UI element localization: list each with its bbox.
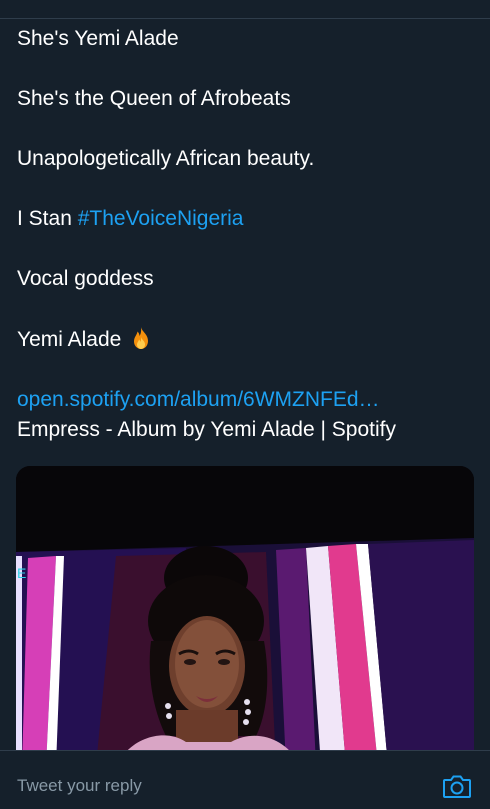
top-divider: [0, 18, 490, 19]
tweet-line-4: I Stan #TheVoiceNigeria: [17, 206, 477, 232]
tweet-line-2: She's the Queen of Afrobeats: [17, 87, 291, 110]
camera-icon[interactable]: [442, 771, 472, 801]
reply-bar: Tweet your reply: [0, 750, 490, 809]
link-url[interactable]: open.spotify.com/album/6WMZNFEd…: [17, 387, 477, 413]
tweet-line-6-text: Yemi Alade: [17, 328, 128, 351]
tweet-line-1: She's Yemi Alade: [17, 27, 179, 50]
tweet-media-image[interactable]: E: [16, 466, 474, 766]
tweet-body: She's Yemi Alade She's the Queen of Afro…: [17, 26, 477, 443]
tweet-line-4-text: I Stan: [17, 207, 78, 230]
hashtag-link[interactable]: #TheVoiceNigeria: [78, 207, 244, 230]
tweet-line-5: Vocal goddess: [17, 267, 154, 290]
media-photo: E: [16, 466, 474, 766]
tweet-line-3: Unapologetically African beauty.: [17, 147, 315, 170]
reply-input[interactable]: Tweet your reply: [17, 776, 142, 796]
link-title[interactable]: Empress - Album by Yemi Alade | Spotify: [17, 417, 477, 443]
tv-letter: E: [17, 565, 26, 581]
fire-icon: [134, 327, 149, 349]
tweet-line-6: Yemi Alade: [17, 326, 477, 353]
